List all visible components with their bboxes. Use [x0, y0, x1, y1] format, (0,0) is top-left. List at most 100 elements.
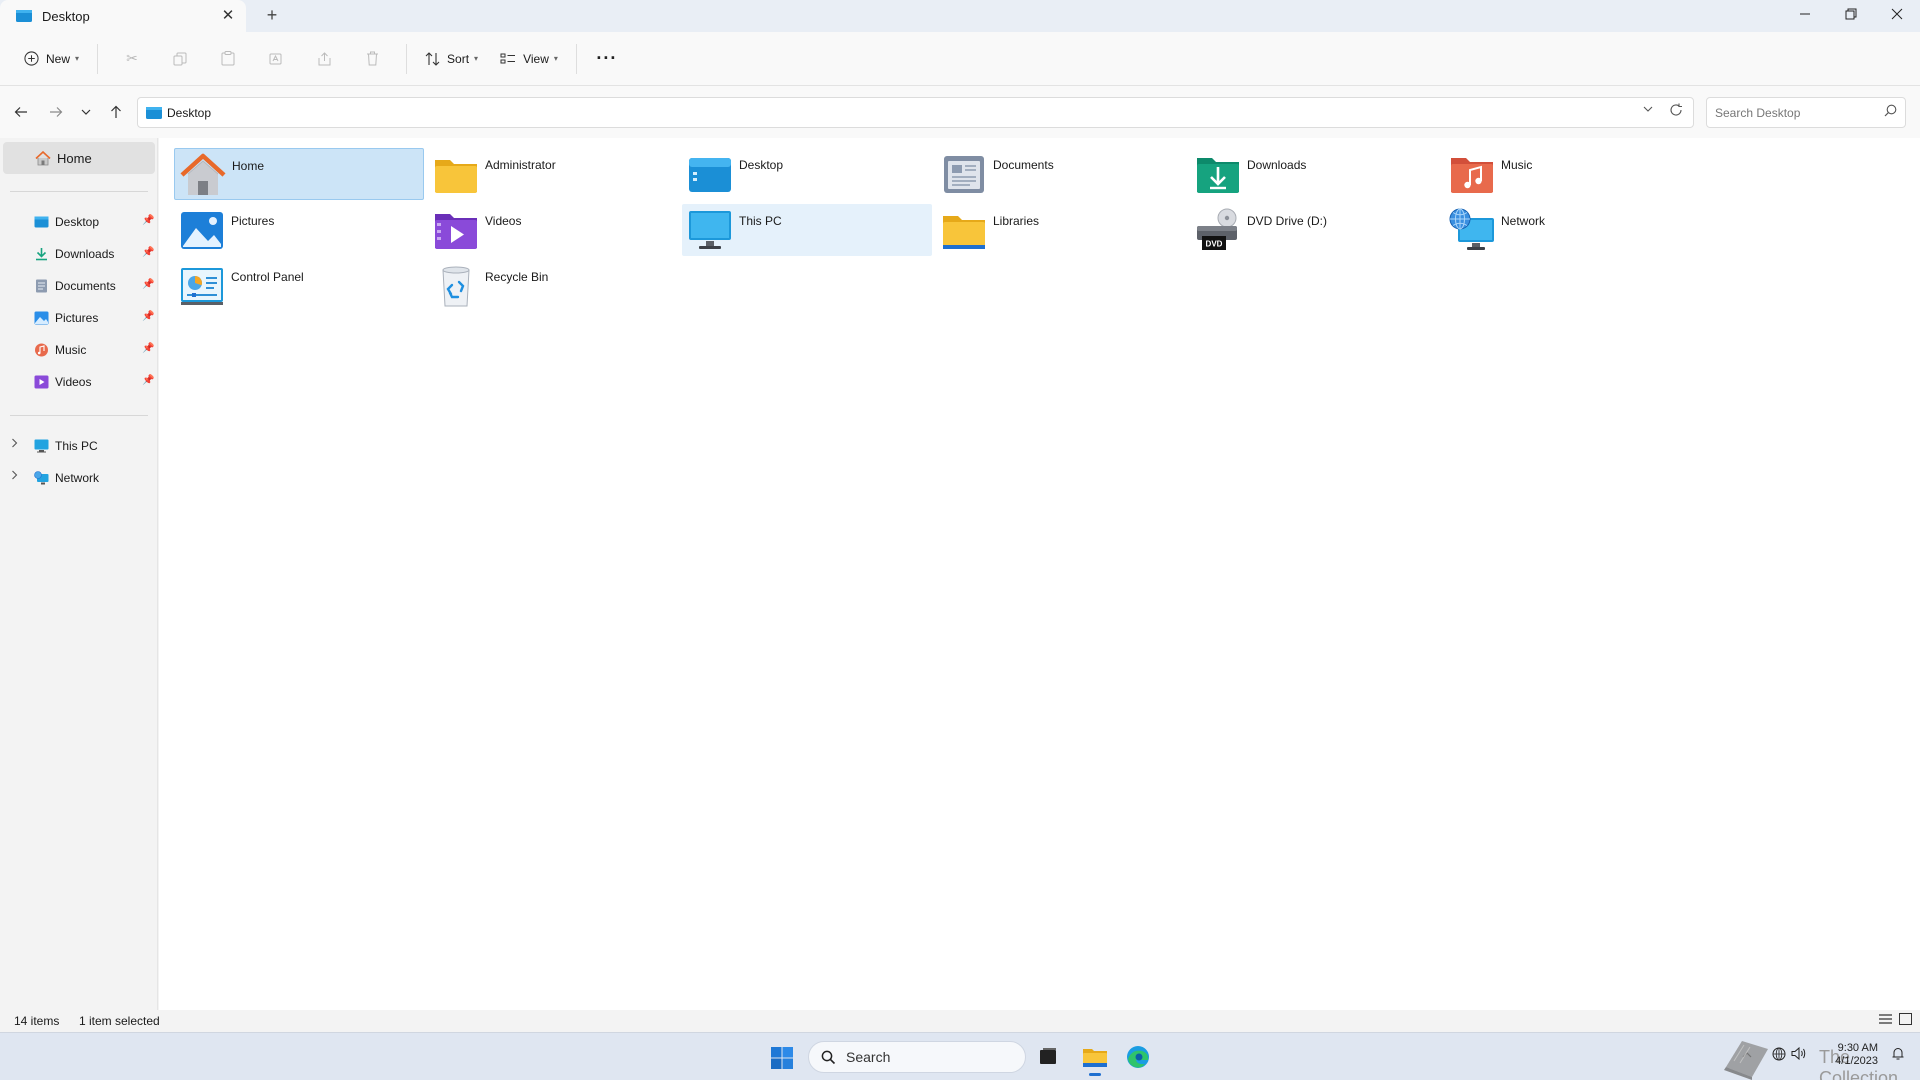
- network-icon: [1449, 208, 1494, 250]
- file-view: Home Administrator Desktop Documents Dow…: [159, 138, 1920, 1032]
- nav-item-this-pc[interactable]: This PC: [0, 431, 158, 461]
- item-videos[interactable]: Videos: [428, 204, 678, 256]
- clock[interactable]: 9:30 AM 4/1/2023: [1835, 1042, 1878, 1068]
- breadcrumb[interactable]: Desktop: [167, 106, 211, 120]
- navigation-pane: Home Desktop 📌 Downloads 📌 Documents 📌 P…: [0, 138, 158, 1032]
- pin-icon[interactable]: 📌: [142, 247, 154, 258]
- nav-item-documents[interactable]: Documents 📌: [0, 271, 158, 301]
- taskbar-edge[interactable]: [1120, 1041, 1156, 1073]
- nav-divider: [10, 191, 148, 192]
- taskbar-search[interactable]: Search: [808, 1041, 1026, 1073]
- item-music[interactable]: Music: [1444, 148, 1694, 200]
- nav-item-videos[interactable]: Videos 📌: [0, 367, 158, 397]
- videos-icon: [34, 375, 49, 389]
- large-icons-view-icon[interactable]: [1899, 1013, 1912, 1028]
- delete-button[interactable]: [348, 41, 396, 77]
- nav-item-downloads[interactable]: Downloads 📌: [0, 239, 158, 269]
- divider: [97, 43, 99, 74]
- nav-item-label: Pictures: [55, 311, 99, 325]
- pin-icon[interactable]: 📌: [142, 311, 154, 322]
- volume-icon[interactable]: [1791, 1046, 1806, 1063]
- address-history-chevron-icon[interactable]: [1643, 105, 1653, 116]
- item-label: Libraries: [993, 214, 1040, 228]
- pin-icon[interactable]: 📌: [142, 215, 154, 226]
- item-dvd-drive[interactable]: DVD DVD Drive (D:): [1190, 204, 1440, 256]
- item-label: Home: [232, 159, 265, 173]
- more-icon: ···: [596, 48, 618, 68]
- nav-item-label: Music: [55, 343, 87, 357]
- item-label: Music: [1501, 158, 1533, 172]
- up-button[interactable]: [101, 97, 131, 127]
- back-button[interactable]: [6, 97, 36, 127]
- item-label: Desktop: [739, 158, 784, 172]
- close-window-button[interactable]: [1874, 0, 1920, 32]
- item-this-pc[interactable]: This PC: [682, 204, 932, 256]
- search-input[interactable]: [1707, 98, 1877, 127]
- item-network[interactable]: Network: [1444, 204, 1694, 256]
- item-libraries[interactable]: Libraries: [936, 204, 1186, 256]
- rename-button[interactable]: [252, 41, 300, 77]
- cut-button[interactable]: ✂: [108, 41, 156, 77]
- share-button[interactable]: [300, 41, 348, 77]
- minimize-button[interactable]: [1782, 0, 1828, 32]
- recent-locations-button[interactable]: [71, 97, 101, 127]
- network-icon: [34, 471, 49, 485]
- view-button[interactable]: View ▾: [492, 41, 566, 77]
- item-home[interactable]: Home: [174, 148, 424, 200]
- folder-icon: [435, 160, 477, 193]
- sort-button[interactable]: Sort ▾: [417, 41, 486, 77]
- paste-button[interactable]: [204, 41, 252, 77]
- status-bar: 14 items 1 item selected: [0, 1010, 1920, 1032]
- plus-circle-icon: [24, 51, 39, 66]
- nav-item-desktop[interactable]: Desktop 📌: [0, 207, 158, 237]
- view-icon: [500, 53, 516, 63]
- item-downloads[interactable]: Downloads: [1190, 148, 1440, 200]
- downloads-icon: [36, 248, 47, 261]
- copy-button[interactable]: [156, 41, 204, 77]
- chevron-right-icon[interactable]: [11, 470, 18, 483]
- tab-desktop[interactable]: Desktop ✕: [0, 0, 246, 32]
- title-bar: Desktop ✕ +: [0, 0, 1920, 32]
- forward-button[interactable]: [41, 97, 71, 127]
- item-administrator[interactable]: Administrator: [428, 148, 678, 200]
- taskbar-file-explorer[interactable]: [1077, 1041, 1113, 1076]
- desktop-icon: [146, 106, 162, 119]
- nav-item-music[interactable]: Music 📌: [0, 335, 158, 365]
- nav-item-pictures[interactable]: Pictures 📌: [0, 303, 158, 333]
- dvd-drive-icon: DVD: [1197, 208, 1237, 250]
- pin-icon[interactable]: 📌: [142, 375, 154, 386]
- chevron-right-icon[interactable]: [11, 438, 18, 451]
- address-bar[interactable]: Desktop: [137, 97, 1694, 128]
- close-tab-icon[interactable]: ✕: [220, 8, 236, 24]
- item-desktop[interactable]: Desktop: [682, 148, 932, 200]
- network-tray-icon[interactable]: [1772, 1047, 1786, 1064]
- item-recycle-bin[interactable]: Recycle Bin: [428, 260, 678, 312]
- paste-icon: [221, 51, 235, 66]
- search-icon: [821, 1050, 836, 1064]
- item-pictures[interactable]: Pictures: [174, 204, 424, 256]
- new-tab-button[interactable]: +: [256, 0, 288, 32]
- nav-item-home[interactable]: Home: [3, 142, 155, 174]
- item-documents[interactable]: Documents: [936, 148, 1186, 200]
- item-control-panel[interactable]: Control Panel: [174, 260, 424, 312]
- search-icon[interactable]: [1884, 104, 1897, 120]
- chevron-down-icon: ▾: [474, 54, 479, 63]
- taskbar-task-view[interactable]: [1030, 1041, 1066, 1073]
- pin-icon[interactable]: 📌: [142, 343, 154, 354]
- nav-item-label: This PC: [55, 439, 98, 453]
- cut-icon: ✂: [126, 50, 138, 66]
- music-folder-icon: [1451, 158, 1493, 193]
- details-view-icon[interactable]: [1879, 1013, 1892, 1028]
- new-button[interactable]: New ▾: [16, 41, 87, 77]
- arrow-up-icon: [111, 105, 121, 118]
- window-controls: [1782, 0, 1920, 32]
- divider: [406, 43, 408, 74]
- restore-button[interactable]: [1828, 0, 1874, 32]
- nav-item-network[interactable]: Network: [0, 463, 158, 493]
- see-more-button[interactable]: ···: [587, 41, 627, 77]
- notifications-icon[interactable]: [1892, 1047, 1904, 1063]
- item-count: 14 items: [14, 1014, 60, 1028]
- windows-start-icon[interactable]: [770, 1046, 794, 1070]
- refresh-icon[interactable]: [1669, 103, 1683, 120]
- pin-icon[interactable]: 📌: [142, 279, 154, 290]
